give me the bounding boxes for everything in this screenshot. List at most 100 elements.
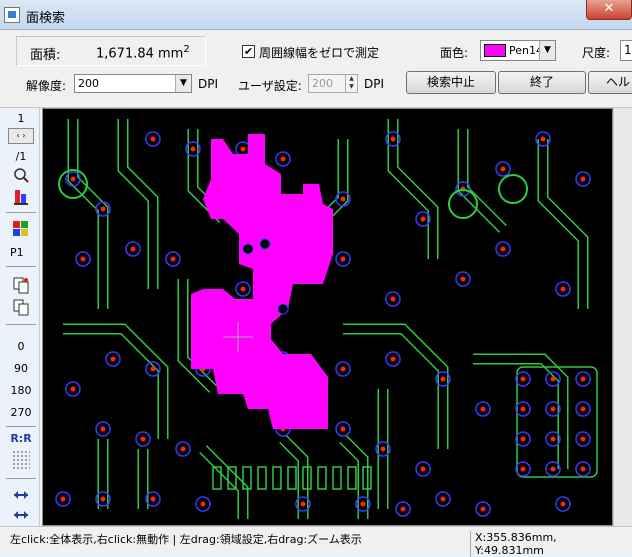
toolbar-divider [6, 324, 36, 325]
pcb-drill [80, 256, 86, 262]
pcb-drill [150, 496, 156, 502]
resolution-unit: DPI [198, 77, 219, 91]
pcb-drill [540, 136, 546, 142]
rotate-0-button[interactable]: 0 [6, 340, 36, 353]
pcb-drill [150, 366, 156, 372]
rotate-180-button[interactable]: 180 [6, 384, 36, 397]
grid-icon[interactable] [12, 450, 30, 470]
zero-line-width-checkbox[interactable]: ✔ [242, 45, 255, 58]
page-total: /1 [15, 150, 27, 163]
toolbar-divider [6, 478, 36, 479]
pcb-drill [340, 196, 346, 202]
pcb-drill [100, 496, 106, 502]
pcb-drill [500, 166, 506, 172]
pcb-drill [70, 176, 76, 182]
pcb-drill [440, 496, 446, 502]
color-swatch [484, 44, 506, 57]
vertical-scrollbar[interactable] [613, 108, 632, 526]
layer-icon[interactable] [12, 188, 30, 206]
pcb-drill [130, 246, 136, 252]
chevron-down-icon[interactable]: ▼ [539, 41, 555, 60]
color-grid-icon[interactable] [12, 220, 30, 238]
paste-icon[interactable] [12, 298, 30, 316]
scale-label: 尺度: [582, 46, 611, 60]
toolbar-divider [6, 212, 36, 213]
pcb-drill [170, 256, 176, 262]
connector-pin [332, 466, 342, 490]
pcb-drill [340, 426, 346, 432]
pcb-trace-inner [459, 129, 506, 232]
pen-name: Pen14 [509, 44, 543, 57]
pcb-drill [580, 436, 586, 442]
mirror-button[interactable]: R:R [6, 432, 36, 445]
connector-pin [272, 466, 282, 490]
fit-width-icon[interactable] [12, 486, 30, 504]
pcb-trace-inner [389, 119, 437, 259]
pcb-trace [343, 323, 449, 449]
area-label: 面積: [30, 48, 61, 63]
zoom-icon[interactable] [12, 166, 30, 184]
status-bar: 左click:全体表示,右click:無動作 | 左drag:領域設定,右dra… [0, 526, 632, 557]
scale-input[interactable]: 1 [620, 40, 632, 61]
fit-height-icon[interactable] [12, 506, 30, 524]
pcb-trace-inner [280, 436, 307, 519]
pcb-drawing [55, 119, 598, 519]
pcb-drill [520, 466, 526, 472]
pcb-canvas[interactable] [42, 108, 613, 526]
pcb-drill [560, 501, 566, 507]
page-number: 1 [17, 112, 25, 125]
end-button[interactable]: 終了 [498, 71, 586, 94]
spin-arrows-icon[interactable]: ▲ ▼ [345, 75, 357, 92]
rotate-270-button[interactable]: 270 [6, 406, 36, 419]
pcb-drill [520, 406, 526, 412]
pcb-drill [550, 466, 556, 472]
connector-pin [347, 466, 357, 490]
pcb-drill [400, 506, 406, 512]
pcb-drill [140, 436, 146, 442]
help-button[interactable]: ヘル [588, 71, 632, 94]
pcb-drill [240, 146, 246, 152]
user-setting-spinner[interactable]: 200 ▲ ▼ [308, 74, 358, 93]
pcb-drill [500, 246, 506, 252]
pcb-drill [180, 446, 186, 452]
pcb-drill [150, 136, 156, 142]
pcb-drill [440, 376, 446, 382]
pcb-drill [100, 426, 106, 432]
app-icon [4, 7, 20, 23]
pcb-drill [580, 406, 586, 412]
pcb-drill [550, 376, 556, 382]
pcb-drill [390, 136, 396, 142]
copy-icon[interactable] [12, 276, 30, 294]
window-title: 面検索 [26, 11, 66, 26]
pcb-drill [520, 436, 526, 442]
pcb-drill [360, 501, 366, 507]
zero-line-width-label[interactable]: 周囲線幅をゼロで測定 [259, 44, 379, 61]
pcb-drill [280, 156, 286, 162]
pcb-drill [520, 376, 526, 382]
pcb-drill [340, 256, 346, 262]
resolution-select[interactable]: 200 ▼ [74, 74, 192, 93]
page-prev-next-icon[interactable]: ‹ › [8, 128, 34, 144]
chevron-down-icon[interactable]: ▼ [175, 75, 191, 92]
pcb-drill [100, 206, 106, 212]
toolbar-divider [6, 266, 36, 267]
pcb-drill [480, 406, 486, 412]
color-select[interactable]: Pen14 ▼ [480, 40, 556, 61]
resolution-value: 200 [78, 77, 99, 90]
stop-search-button[interactable]: 検索中止 [406, 71, 496, 94]
pcb-drill [550, 436, 556, 442]
pen-selector[interactable]: P1 [10, 246, 40, 259]
pcb-drill [60, 496, 66, 502]
pcb-drill [420, 216, 426, 222]
connector-pin [257, 466, 267, 490]
cursor-coordinates: X:355.836mm, Y:49.831mm [470, 531, 620, 557]
close-button[interactable]: ✕ [586, 0, 632, 20]
options-panel: 面積: 1,671.84 mm2 ✔ 周囲線幅をゼロで測定 面色: Pen14 … [0, 30, 632, 108]
rotate-90-button[interactable]: 90 [6, 362, 36, 375]
area-hole [259, 238, 271, 250]
pcb-drill [300, 501, 306, 507]
pcb-drill [560, 286, 566, 292]
pcb-drill [240, 286, 246, 292]
pcb-drill [190, 146, 196, 152]
left-toolbar: 1 ‹ › /1 P1 0 90 180 270 R:R [0, 108, 40, 526]
